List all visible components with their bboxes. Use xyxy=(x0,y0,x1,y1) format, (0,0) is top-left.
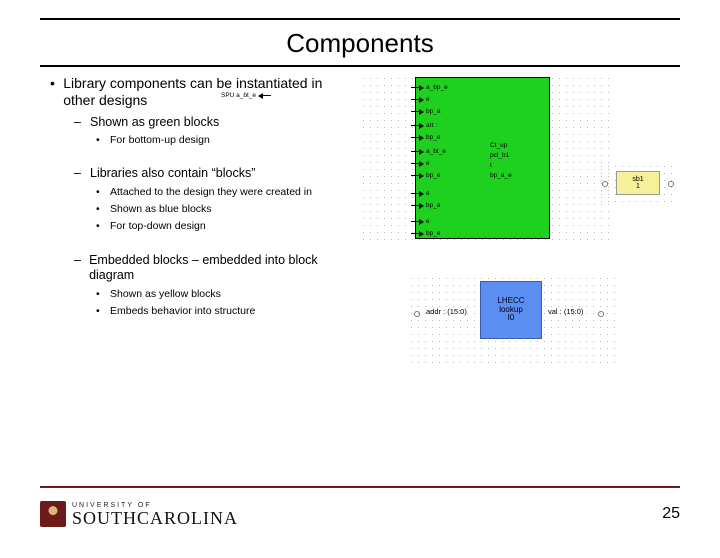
port-ring-icon xyxy=(414,311,420,317)
bullet-sub1-1: • For bottom-up design xyxy=(96,133,350,147)
green-block: a_bp_e e bp_a art : bp_e a_bt_e e bp_e e… xyxy=(415,77,550,239)
bullet-column: • Library components can be instantiated… xyxy=(40,75,350,321)
university-logo: UNIVERSITY OF SOUTHCAROLINA xyxy=(40,501,238,527)
inside-label: pcl_b1 xyxy=(490,152,509,159)
blue-component-diagram: addr : (15:0) LHECC lookup I0 val : (15:… xyxy=(408,275,618,365)
diagram-column: a_bp_e e bp_a art : bp_e a_bt_e e bp_e e… xyxy=(350,75,680,321)
pin: art : xyxy=(414,122,720,129)
pin: e xyxy=(414,218,720,225)
pin-label: a_bp_e xyxy=(426,84,448,91)
bullet-sub2: – Libraries also contain “blocks” xyxy=(74,166,350,182)
tree-icon xyxy=(40,501,66,527)
bullet-sub2-text: Libraries also contain “blocks” xyxy=(90,166,255,182)
bullet-sub3-1: • Shown as yellow blocks xyxy=(96,287,350,301)
bullet-sub1-1-text: For bottom-up design xyxy=(110,133,210,147)
inside-label: t xyxy=(490,162,492,169)
pin-label: bp_e xyxy=(426,172,440,179)
dash-icon: – xyxy=(74,115,90,131)
bullet-dot-icon: • xyxy=(96,133,110,147)
bullet-dot-icon: • xyxy=(96,185,110,199)
pin: bp_a xyxy=(414,202,720,209)
footer: UNIVERSITY OF SOUTHCAROLINA 25 xyxy=(40,492,680,536)
pin: bp_a xyxy=(414,108,720,115)
bullet-sub3-2: • Embeds behavior into structure xyxy=(96,304,350,318)
bullet-dot-icon: • xyxy=(50,75,63,109)
bullet-sub1-text: Shown as green blocks xyxy=(90,115,219,131)
bullet-sub3: – Embedded blocks – embedded into block … xyxy=(74,253,350,284)
bullet-sub3-1-text: Shown as yellow blocks xyxy=(110,287,221,301)
bullet-sub2-3: • For top-down design xyxy=(96,219,350,233)
pin: SPU a_bt_e xyxy=(221,92,551,99)
pin: a_bt_e xyxy=(414,148,720,155)
dash-icon: – xyxy=(74,166,90,182)
yellow-block: sb1 1 xyxy=(616,171,660,195)
logo-text: UNIVERSITY OF SOUTHCAROLINA xyxy=(72,502,238,527)
inside-label: bp_a_e xyxy=(490,172,512,179)
pin-label: e xyxy=(426,160,430,167)
yellow-label-1: sb1 xyxy=(617,176,659,183)
bullet-sub3-text: Embedded blocks – embedded into block di… xyxy=(89,253,350,284)
pin-label: bp_e xyxy=(426,134,440,141)
bullet-sub1: – Shown as green blocks xyxy=(74,115,350,131)
slide-title: Components xyxy=(0,20,720,65)
port-ring-icon xyxy=(668,181,674,187)
bullet-sub2-3-text: For top-down design xyxy=(110,219,206,233)
pin-label: bp_a xyxy=(426,108,440,115)
content-area: • Library components can be instantiated… xyxy=(40,75,680,321)
bullet-sub2-2-text: Shown as blue blocks xyxy=(110,202,212,216)
pin: bp_e xyxy=(414,134,720,141)
yellow-label-2: 1 xyxy=(617,183,659,190)
pin: a_bp_e xyxy=(414,84,720,91)
pin-label: art : xyxy=(426,122,437,129)
bullet-sub3-2-text: Embeds behavior into structure xyxy=(110,304,255,318)
pin-label: bp_e xyxy=(426,230,440,237)
pin-label: SPU a_bt_e xyxy=(221,92,256,99)
pin-label: e xyxy=(426,218,430,225)
green-component-diagram: a_bp_e e bp_a art : bp_e a_bt_e e bp_e e… xyxy=(360,75,610,245)
yellow-component-diagram: sb1 1 xyxy=(598,163,678,203)
bullet-sub2-1-text: Attached to the design they were created… xyxy=(110,185,312,199)
bullet-sub2-1: • Attached to the design they were creat… xyxy=(96,185,350,199)
pin: bp_e xyxy=(414,230,720,237)
blue-block: LHECC lookup I0 xyxy=(480,281,542,339)
bullet-dot-icon: • xyxy=(96,304,110,318)
pin-label: a_bt_e xyxy=(426,148,446,155)
footer-rule xyxy=(40,486,680,488)
page-number: 25 xyxy=(662,505,680,523)
title-rule xyxy=(40,65,680,67)
pin-label: bp_a xyxy=(426,202,440,209)
port-ring-icon xyxy=(598,311,604,317)
blue-label-3: I0 xyxy=(481,314,541,323)
bullet-dot-icon: • xyxy=(96,202,110,216)
bullet-dot-icon: • xyxy=(96,287,110,301)
port-label-left: addr : (15:0) xyxy=(426,307,467,316)
bullet-dot-icon: • xyxy=(96,219,110,233)
bullet-sub2-2: • Shown as blue blocks xyxy=(96,202,350,216)
pin-label: e xyxy=(426,190,430,197)
logo-line2: SOUTHCAROLINA xyxy=(72,509,238,527)
inside-label: Ct_up xyxy=(490,142,507,149)
port-ring-icon xyxy=(602,181,608,187)
port-label-right: val : (15:0) xyxy=(548,307,583,316)
dash-icon: – xyxy=(74,253,89,284)
